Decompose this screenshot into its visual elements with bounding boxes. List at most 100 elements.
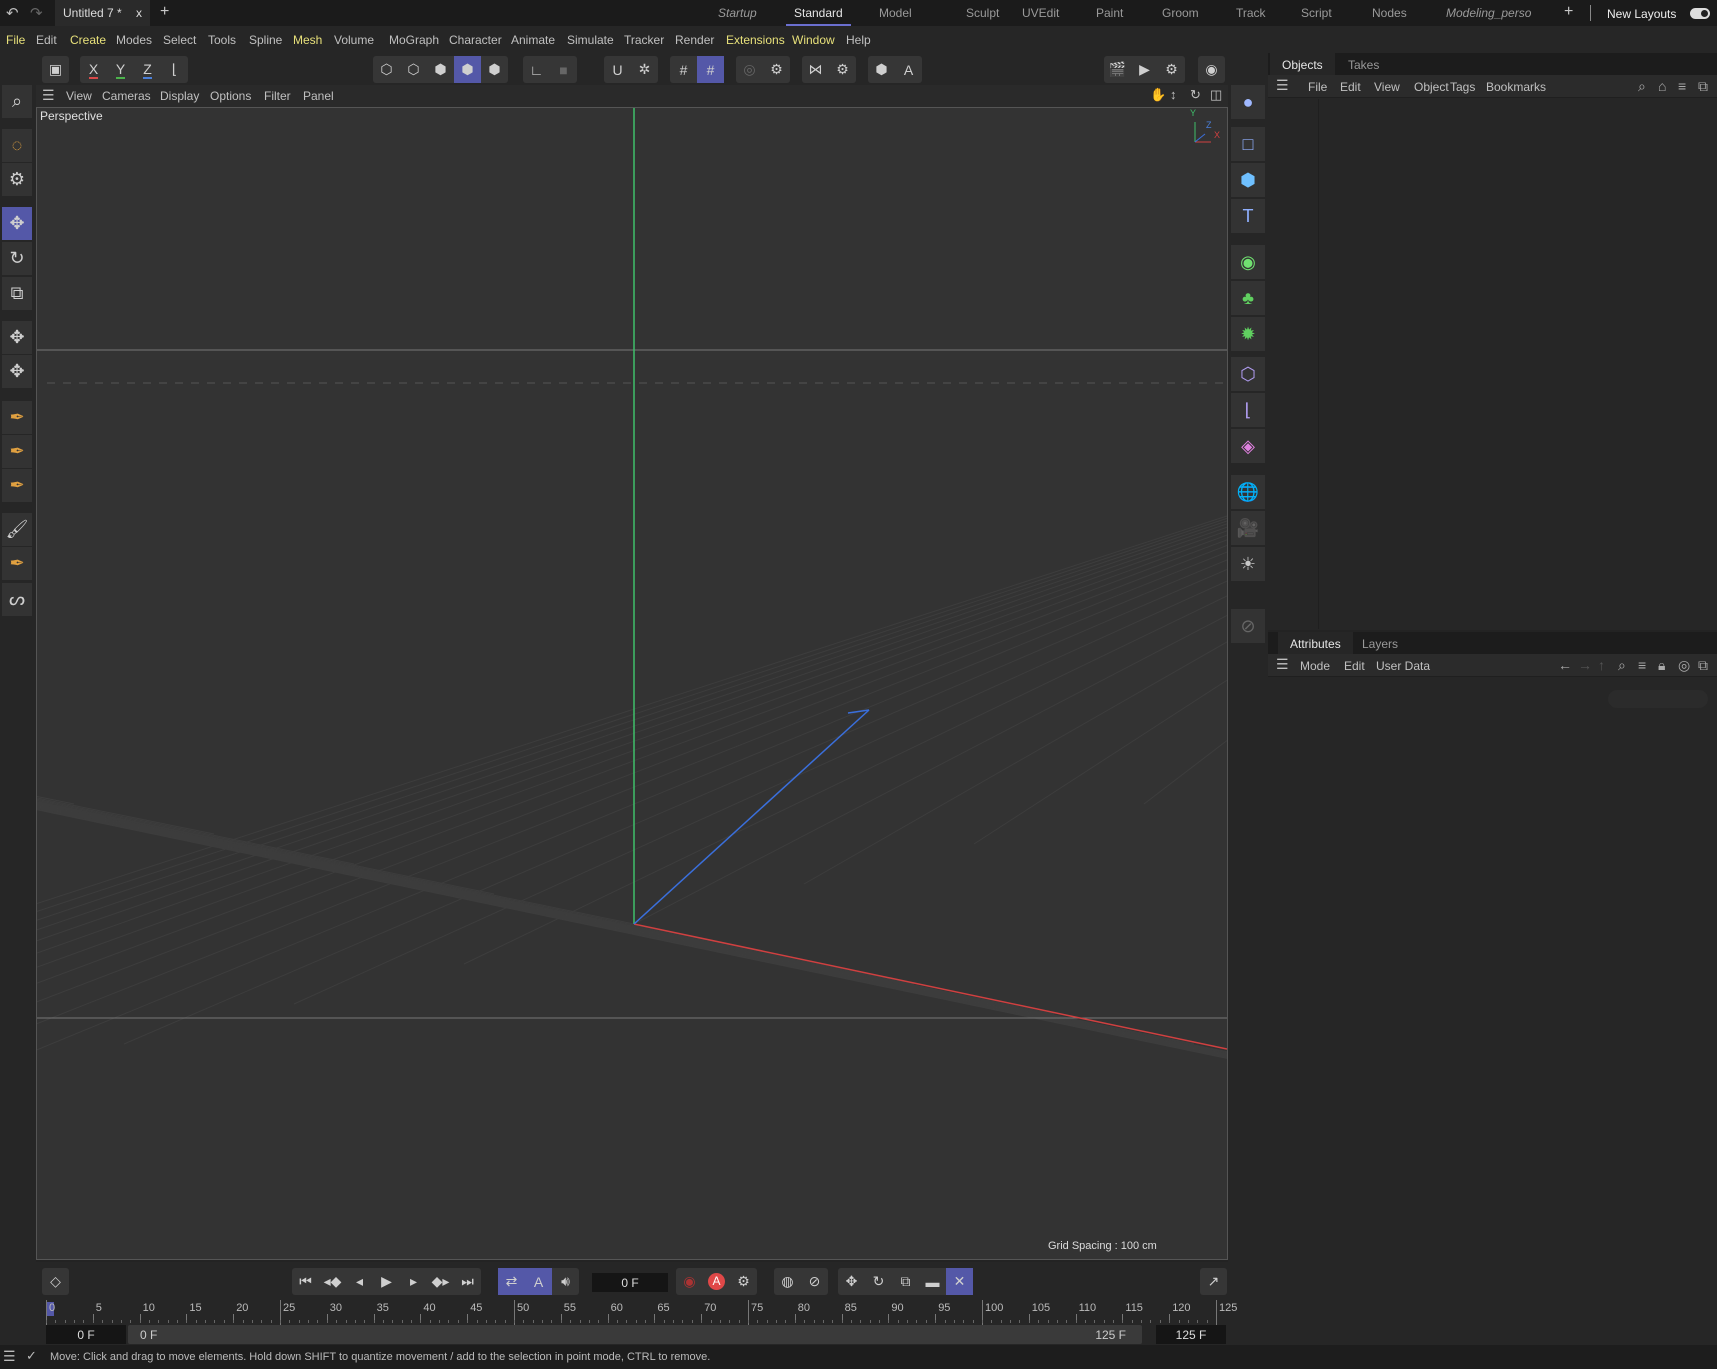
key-rotate-icon[interactable]: ↻: [865, 1268, 892, 1295]
menu-volume[interactable]: Volume: [334, 33, 374, 47]
key-param-icon[interactable]: ▬: [919, 1268, 946, 1295]
loop-icon[interactable]: ⇄: [498, 1268, 525, 1295]
layout-tab-sculpt[interactable]: Sculpt: [966, 6, 999, 20]
tab-layers[interactable]: Layers: [1350, 632, 1410, 654]
objects-menu-edit[interactable]: Edit: [1340, 80, 1361, 94]
menu-file[interactable]: File: [6, 33, 25, 47]
objects-menu-bookmarks[interactable]: Bookmarks: [1486, 80, 1546, 94]
field-icon[interactable]: ⌊: [1231, 393, 1265, 427]
up-arrow-icon[interactable]: ↑: [1598, 657, 1605, 673]
live-selection-icon[interactable]: ◌: [2, 129, 32, 162]
brush-icon[interactable]: 🖌: [2, 513, 32, 546]
symmetry-settings-icon[interactable]: ⚙: [829, 56, 856, 83]
grid-icon[interactable]: #: [670, 56, 697, 83]
hamburger-icon[interactable]: ☰: [42, 87, 55, 104]
axis-mode-icon[interactable]: ∟: [523, 56, 550, 83]
auto-key-icon[interactable]: A: [895, 56, 922, 83]
timeline-editor-icon[interactable]: ↗: [1200, 1268, 1227, 1295]
viewport-menu-cameras[interactable]: Cameras: [102, 89, 151, 103]
undo-icon[interactable]: ↶: [6, 4, 19, 22]
play-icon[interactable]: ▶: [373, 1268, 400, 1295]
symmetry-icon[interactable]: ⋈: [802, 56, 829, 83]
text-icon[interactable]: T: [1231, 199, 1265, 233]
close-tab-icon[interactable]: x: [136, 6, 142, 20]
dolly-icon[interactable]: ↕: [1170, 87, 1177, 102]
tab-takes[interactable]: Takes: [1336, 53, 1391, 75]
new-tab-button[interactable]: +: [160, 3, 169, 21]
viewport-menu-filter[interactable]: Filter: [264, 89, 291, 103]
spline-pen-icon[interactable]: ✒: [2, 401, 32, 434]
sketch-icon[interactable]: ᔕ: [2, 583, 32, 616]
objects-menu-view[interactable]: View: [1374, 80, 1400, 94]
subdivision-icon[interactable]: ◉: [1231, 245, 1265, 279]
current-frame-field[interactable]: 0 F: [592, 1273, 668, 1292]
menu-select[interactable]: Select: [163, 33, 196, 47]
spline-point-icon[interactable]: ✒: [2, 435, 32, 468]
menu-help[interactable]: Help: [846, 33, 871, 47]
search-icon[interactable]: ⌕: [2, 85, 32, 118]
objects-menu-object[interactable]: Object: [1414, 80, 1449, 94]
redshift-icon[interactable]: ◉: [1198, 56, 1225, 83]
menu-modes[interactable]: Modes: [116, 33, 152, 47]
spline-rectangle-icon[interactable]: □: [1231, 127, 1265, 161]
previous-key-icon[interactable]: ◂◆: [319, 1268, 346, 1295]
polygon-pen-icon[interactable]: ✒: [2, 469, 32, 502]
attributes-menu-edit[interactable]: Edit: [1344, 659, 1365, 673]
filter-icon[interactable]: ≡: [1678, 78, 1686, 94]
objects-menu-tags[interactable]: Tags: [1450, 80, 1475, 94]
knife-icon[interactable]: ✒: [2, 547, 32, 580]
viewport-menu-display[interactable]: Display: [160, 89, 199, 103]
pan-icon[interactable]: ✋: [1150, 87, 1166, 103]
x-axis-lock-button[interactable]: X: [80, 56, 107, 83]
cloner-icon[interactable]: ♣: [1231, 281, 1265, 315]
menu-simulate[interactable]: Simulate: [567, 33, 614, 47]
keyframe-icon[interactable]: ◇: [42, 1268, 69, 1295]
menu-create[interactable]: Create: [70, 33, 106, 47]
tab-objects[interactable]: Objects: [1270, 53, 1335, 75]
document-tab[interactable]: Untitled 7 * x: [55, 0, 150, 26]
menu-render[interactable]: Render: [675, 33, 714, 47]
render-view-icon[interactable]: 🎬: [1104, 56, 1131, 83]
menu-window[interactable]: Window: [792, 33, 835, 47]
search-icon[interactable]: ⌕: [1638, 78, 1646, 95]
viewport-solo-icon[interactable]: ⬢: [868, 56, 895, 83]
objects-menu-file[interactable]: File: [1308, 80, 1327, 94]
points-mode-icon[interactable]: ⬡: [373, 56, 400, 83]
next-key-icon[interactable]: ◆▸: [427, 1268, 454, 1295]
menu-spline[interactable]: Spline: [249, 33, 282, 47]
polygons-mode-icon[interactable]: ⬢: [427, 56, 454, 83]
attributes-menu-mode[interactable]: Mode: [1300, 659, 1330, 673]
placement-tool-icon[interactable]: ✥: [2, 355, 32, 388]
camera-icon[interactable]: 🎥: [1231, 511, 1265, 545]
autokey-icon[interactable]: A: [703, 1268, 730, 1295]
range-slider[interactable]: 0 F 125 F: [128, 1325, 1142, 1344]
layout-tab-groom[interactable]: Groom: [1162, 6, 1199, 20]
menu-mograph[interactable]: MoGraph: [389, 33, 439, 47]
cube-icon[interactable]: ⬢: [1231, 163, 1265, 197]
new-window-icon[interactable]: ⧉: [1698, 657, 1708, 674]
tab-attributes[interactable]: Attributes: [1278, 632, 1353, 654]
key-position-icon[interactable]: ✥: [838, 1268, 865, 1295]
menu-animate[interactable]: Animate: [511, 33, 555, 47]
environment-icon[interactable]: 🌐: [1231, 475, 1265, 509]
light-icon[interactable]: ☀: [1231, 547, 1265, 581]
workplane-lock-icon[interactable]: #: [697, 56, 724, 83]
y-axis-lock-button[interactable]: Y: [107, 56, 134, 83]
start-frame-field[interactable]: 0 F: [46, 1325, 126, 1344]
back-arrow-icon[interactable]: ←: [1558, 657, 1572, 673]
layout-tab-uvedit[interactable]: UVEdit: [1022, 6, 1059, 20]
scale-tool-icon[interactable]: ⧉: [2, 277, 32, 310]
move-tool-icon[interactable]: ✥: [2, 207, 32, 240]
new-layouts-toggle[interactable]: [1690, 8, 1710, 19]
layout-tab-script[interactable]: Script: [1301, 6, 1332, 20]
modeling-settings-icon[interactable]: ⚙: [763, 56, 790, 83]
end-frame-field[interactable]: 125 F: [1156, 1325, 1226, 1344]
target-icon[interactable]: ◎: [1678, 657, 1690, 674]
redo-icon[interactable]: ↷: [30, 4, 43, 22]
solo-icon[interactable]: ■: [550, 56, 577, 83]
selection-settings-icon[interactable]: ⚙: [2, 163, 32, 196]
playback-rate-icon[interactable]: A: [525, 1268, 552, 1295]
forward-arrow-icon[interactable]: →: [1578, 657, 1592, 673]
layout-tab-track[interactable]: Track: [1236, 6, 1266, 20]
rotate-tool-icon[interactable]: ↻: [2, 242, 32, 275]
